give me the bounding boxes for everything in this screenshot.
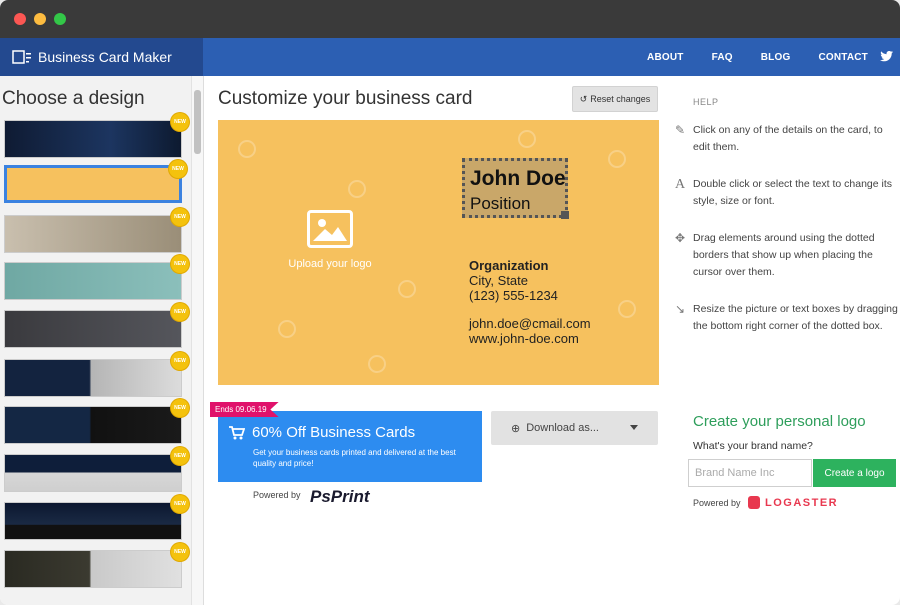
powered-by-label: Powered by [253,490,301,500]
powered-by-label: Powered by [693,498,741,508]
design-thumbnail[interactable]: NEW [4,113,189,158]
name-text-box[interactable]: John Doe Position [462,158,569,219]
twitter-icon[interactable] [880,50,894,63]
upload-logo-label: Upload your logo [288,258,372,270]
card-details: Organization City, State (123) 555-1234 … [469,258,591,346]
print-promo-button[interactable]: 60% Off Business Cards Get your business… [218,411,482,482]
resize-handle[interactable] [561,211,569,219]
image-icon [307,210,353,248]
nav-link-about[interactable]: ABOUT [647,52,684,63]
card-pattern [368,355,386,373]
create-logo-button[interactable]: Create a logo [813,459,896,487]
sidebar-title: Choose a design [2,88,145,109]
card-icon [12,50,31,64]
psprint-logo[interactable]: PsPrint [310,487,370,507]
app-window: Business Card Maker ABOUT FAQ BLOG CONTA… [0,0,900,605]
promo-deadline-tag: Ends 09.06.19 [210,402,279,417]
card-website[interactable]: www.john-doe.com [469,331,591,346]
promo-text: Get your business cards printed and deli… [253,448,456,468]
new-badge: NEW [171,113,189,131]
maximize-window-button[interactable] [54,13,66,25]
brand-name: Business Card Maker [38,49,172,65]
window-titlebar [0,0,900,38]
card-position[interactable]: Position [470,194,530,214]
editor-main: Customize your business card ↺ Reset cha… [203,76,668,605]
card-name[interactable]: John Doe [470,167,566,191]
caret-down-icon [630,425,638,430]
logaster-logo[interactable]: LOGASTER [748,496,838,509]
new-badge: NEW [171,255,189,273]
brand-name-question: What's your brand name? [693,440,813,452]
upload-logo-area[interactable]: Upload your logo [280,210,380,270]
nav-links: ABOUT FAQ BLOG CONTACT [619,38,868,76]
help-label: HELP [693,97,719,107]
help-panel: HELP ✎ Click on any of the details on th… [668,76,900,605]
logo-section-title: Create your personal logo [693,413,866,430]
design-thumbnail[interactable]: NEW [4,303,189,348]
promo-title: 60% Off Business Cards [252,424,416,441]
new-badge: NEW [171,303,189,321]
business-card-preview[interactable]: Upload your logo John Doe Position Organ… [218,120,659,385]
brand-link[interactable]: Business Card Maker [0,38,203,76]
card-pattern [518,130,536,148]
top-navbar: Business Card Maker ABOUT FAQ BLOG CONTA… [0,38,900,76]
design-thumbnail[interactable]: NEW [4,160,187,203]
design-thumbnail[interactable]: NEW [4,543,189,588]
design-thumbnail[interactable]: NEW [4,255,189,300]
move-icon: ✥ [674,231,686,245]
new-badge: NEW [171,447,189,465]
nav-link-blog[interactable]: BLOG [761,52,791,63]
card-organization[interactable]: Organization [469,258,591,273]
resize-icon: ↘ [674,302,686,316]
undo-icon: ↺ [579,93,588,104]
nav-link-contact[interactable]: CONTACT [818,52,868,63]
download-icon: ⊕ [511,422,521,435]
design-thumbnail[interactable]: NEW [4,352,189,397]
nav-link-faq[interactable]: FAQ [712,52,733,63]
card-phone[interactable]: (123) 555-1234 [469,288,591,303]
help-item: Resize the picture or text boxes by drag… [693,303,898,332]
card-pattern [608,150,626,168]
new-badge: NEW [171,399,189,417]
card-pattern [348,180,366,198]
scrollbar-thumb[interactable] [194,90,201,154]
page-title: Customize your business card [218,88,473,109]
logaster-mark-icon [748,496,760,509]
card-pattern [278,320,296,338]
new-badge: NEW [171,352,189,370]
brand-name-input[interactable]: Brand Name Inc [688,459,812,487]
card-pattern [398,280,416,298]
design-thumbnail[interactable]: NEW [4,495,189,540]
cart-icon [229,426,245,440]
card-pattern [618,300,636,318]
card-city[interactable]: City, State [469,273,591,288]
new-badge: NEW [171,543,189,561]
help-item: Drag elements around using the dotted bo… [693,232,875,278]
text-style-icon: A [674,177,686,192]
new-badge: NEW [169,160,187,178]
download-label: Download as... [526,422,599,434]
reset-changes-button[interactable]: ↺ Reset changes [572,86,658,112]
design-thumbnail[interactable]: NEW [4,399,189,444]
design-thumbnail[interactable]: NEW [4,208,189,253]
new-badge: NEW [171,495,189,513]
logaster-name: LOGASTER [765,496,839,509]
help-item: Double click or select the text to chang… [693,178,893,207]
design-thumbnail[interactable]: NEW [4,447,189,492]
reset-changes-label: Reset changes [590,94,651,104]
design-sidebar: Choose a design NEW NEW NEW NEW NEW NEW NEW NEW… [0,76,204,605]
help-item: Click on any of the details on the card,… [693,124,883,153]
edit-icon: ✎ [674,123,686,137]
card-email[interactable]: john.doe@cmail.com [469,316,591,331]
card-pattern [238,140,256,158]
new-badge: NEW [171,208,189,226]
close-window-button[interactable] [14,13,26,25]
download-as-dropdown[interactable]: ⊕ Download as... [491,411,658,445]
minimize-window-button[interactable] [34,13,46,25]
